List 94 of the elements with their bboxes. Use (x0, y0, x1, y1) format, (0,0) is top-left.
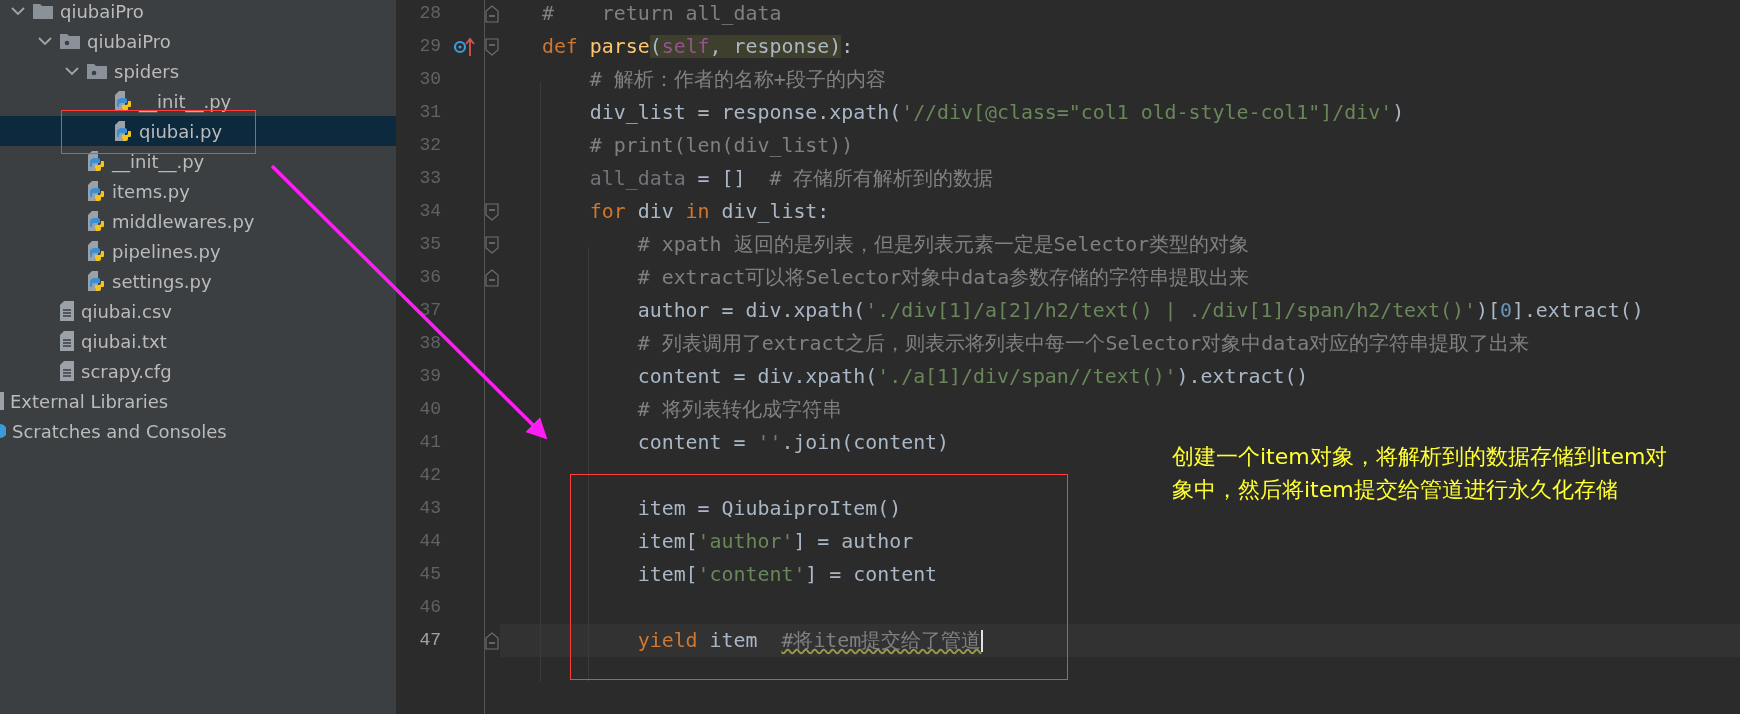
code-line: # 解析：作者的名称+段子的内容 (588, 66, 886, 93)
python-file-icon (113, 90, 133, 112)
tree-item-label: spiders (114, 59, 180, 84)
fold-marker-icon[interactable] (485, 235, 499, 254)
chevron-down-icon[interactable] (65, 66, 79, 76)
line-number: 38 (419, 332, 441, 355)
code-line: # 将列表转化成字符串 (636, 396, 842, 423)
code-line: item = QiubaiproItem() (636, 495, 902, 522)
line-number: 42 (419, 464, 441, 487)
code-line: author = div.xpath('./div[1]/a[2]/h2/text() | ./div[1]/span/h2/text()')[0].extract() (636, 297, 1644, 324)
tree-item[interactable]: qiubaiPro (0, 0, 396, 26)
chevron-down-icon[interactable] (38, 36, 52, 46)
code-line: item['author'] = author (636, 528, 914, 555)
tree-item-label: qiubai.txt (81, 329, 167, 354)
line-number: 28 (419, 2, 441, 25)
line-number: 29 (419, 35, 441, 58)
tree-item[interactable]: pipelines.py (0, 236, 396, 266)
tree-item-label: scrapy.cfg (81, 359, 172, 384)
tree-item[interactable]: Scratches and Consoles (0, 416, 396, 446)
tree-item-label: __init__.py (112, 149, 205, 175)
tree-item[interactable]: qiubai.csv (0, 296, 396, 326)
code-line: def parse(self, response): (540, 33, 854, 60)
text-cursor (981, 629, 984, 652)
tree-item[interactable]: spiders (0, 56, 396, 86)
line-number: 33 (419, 167, 441, 190)
tree-item-label: External Libraries (10, 389, 169, 414)
line-number: 32 (419, 134, 441, 157)
tree-item-label: qiubaiPro (60, 0, 144, 24)
tree-item[interactable]: qiubaiPro (0, 26, 396, 56)
tree-item[interactable]: __init__.py (0, 146, 396, 176)
tree-item-label: pipelines.py (112, 239, 221, 264)
text-file-icon (59, 330, 75, 352)
code-line: # xpath 返回的是列表，但是列表元素一定是Selector类型的对象 (636, 231, 1250, 258)
line-number: 30 (419, 68, 441, 91)
code-line: content = div.xpath('./a[1]/div/span//text()').extract() (636, 363, 1309, 390)
code-line: for div in div_list: (588, 198, 830, 225)
fold-marker-icon[interactable] (485, 268, 499, 287)
fold-marker-icon[interactable] (485, 37, 499, 56)
python-file-icon (86, 150, 106, 172)
tree-item[interactable]: middlewares.py (0, 206, 396, 236)
code-line: div_list = response.xpath('//div[@class="col1 old-style-col1"]/div') (588, 99, 1405, 126)
line-number: 39 (419, 365, 441, 388)
code-line: # extract可以将Selector对象中data参数存储的字符串提取出来 (636, 264, 1250, 291)
scratches-icon (0, 424, 6, 438)
line-number: 45 (419, 563, 441, 586)
code-line: all_data = [] # 存储所有解析到的数据 (588, 165, 994, 192)
package-folder-icon (59, 32, 81, 50)
line-number: 41 (419, 431, 441, 454)
line-number: 47 (419, 629, 441, 652)
annotation-text: 创建一个item对象，将解析到的数据存储到item对象中，然后将item提交给管道进行永久化存储 (1172, 443, 1669, 504)
line-number: 44 (419, 530, 441, 553)
tree-item-label: __init__.py (139, 89, 232, 115)
line-number: 36 (419, 266, 441, 289)
line-number: 31 (419, 101, 441, 124)
tree-item[interactable]: scrapy.cfg (0, 356, 396, 386)
tree-item[interactable]: External Libraries (0, 386, 396, 416)
tree-item[interactable]: __init__.py (0, 86, 396, 116)
tree-item-label: Scratches and Consoles (12, 419, 227, 444)
code-line: # print(len(div_list)) (588, 132, 854, 159)
tree-item-label: qiubai.csv (81, 299, 172, 324)
python-file-icon (86, 180, 106, 202)
tree-item-label: qiubaiPro (87, 29, 171, 54)
python-file-icon (86, 210, 106, 232)
library-icon (0, 392, 4, 410)
code-line: # 列表调用了extract之后，则表示将列表中每一个Selector对象中data对应的字符串提取了出来 (636, 330, 1530, 357)
python-file-icon (113, 120, 133, 142)
tree-item[interactable]: qiubai.txt (0, 326, 396, 356)
chevron-down-icon[interactable] (11, 6, 25, 16)
override-marker-icon[interactable] (453, 36, 475, 57)
line-number: 43 (419, 497, 441, 520)
line-number: 34 (419, 200, 441, 223)
package-folder-icon (86, 62, 108, 80)
tree-item-label: middlewares.py (112, 209, 255, 234)
code-line: item['content'] = content (636, 561, 938, 588)
tree-item-label: settings.py (112, 269, 212, 294)
text-file-icon (59, 300, 75, 322)
line-number: 40 (419, 398, 441, 421)
text-file-icon (59, 360, 75, 382)
line-number: 35 (419, 233, 441, 256)
code-line: yield item #将item提交给了管道 (636, 627, 982, 654)
tree-item-label: items.py (112, 179, 190, 204)
python-file-icon (86, 240, 106, 262)
fold-marker-icon[interactable] (485, 4, 499, 23)
tree-item-label: qiubai.py (139, 119, 223, 144)
fold-marker-icon[interactable] (485, 631, 499, 650)
tree-item[interactable]: settings.py (0, 266, 396, 296)
folder-icon (32, 2, 54, 20)
python-file-icon (86, 270, 106, 292)
fold-marker-icon[interactable] (485, 202, 499, 221)
tree-item[interactable]: items.py (0, 176, 396, 206)
code-line: content = ''.join(content) (636, 429, 950, 456)
code-line: # return all_data (540, 0, 782, 27)
tree-item[interactable]: qiubai.py (0, 116, 396, 146)
line-number: 46 (419, 596, 441, 619)
